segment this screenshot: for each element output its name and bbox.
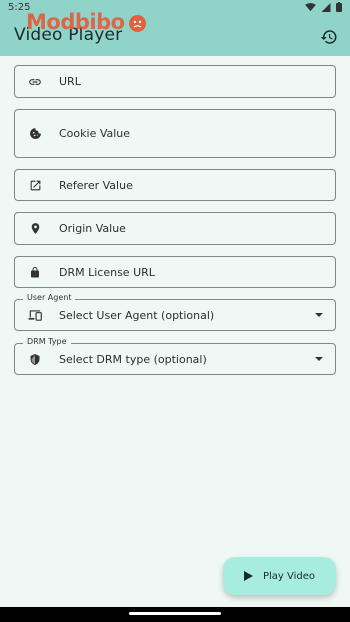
url-field[interactable]: URL [14, 65, 336, 98]
status-time: 5:25 [8, 1, 31, 13]
origin-field[interactable]: Origin Value [14, 212, 336, 245]
cookie-field[interactable]: Cookie Value [14, 109, 336, 158]
play-video-button[interactable]: Play Video [223, 557, 336, 595]
user-agent-select[interactable]: User Agent Select User Agent (optional) [14, 293, 336, 331]
cookie-icon [27, 126, 43, 142]
play-icon [243, 571, 253, 581]
watermark-face-icon [129, 15, 146, 32]
signal-icon [321, 2, 331, 12]
history-icon [320, 30, 337, 44]
drm-type-select[interactable]: DRM Type Select DRM type (optional) [14, 337, 336, 375]
user-agent-value: Select User Agent (optional) [59, 308, 215, 322]
battery-icon [336, 2, 342, 12]
drm-license-field[interactable]: DRM License URL [14, 256, 336, 288]
drm-license-label: DRM License URL [59, 265, 155, 279]
referer-label: Referer Value [59, 178, 133, 192]
origin-label: Origin Value [59, 222, 126, 235]
drm-type-legend: DRM Type [23, 337, 71, 346]
chevron-down-icon [315, 313, 323, 317]
open-in-new-icon [27, 177, 43, 193]
wifi-icon [305, 2, 316, 11]
play-video-label: Play Video [262, 570, 316, 582]
user-agent-legend: User Agent [23, 293, 76, 302]
lock-icon [27, 264, 43, 280]
home-gesture-handle[interactable] [129, 612, 221, 615]
location-pin-icon [27, 221, 43, 237]
cookie-label: Cookie Value [59, 127, 131, 140]
drm-type-value: Select DRM type (optional) [59, 352, 207, 366]
devices-icon [27, 307, 43, 323]
link-icon [27, 74, 43, 90]
status-bar: 5:25 [0, 0, 350, 14]
referer-field[interactable]: Referer Value [14, 169, 336, 201]
history-button[interactable] [318, 26, 340, 48]
url-label: URL [59, 75, 81, 88]
status-icons [305, 2, 342, 12]
shield-icon [27, 351, 43, 367]
chevron-down-icon [315, 357, 323, 361]
